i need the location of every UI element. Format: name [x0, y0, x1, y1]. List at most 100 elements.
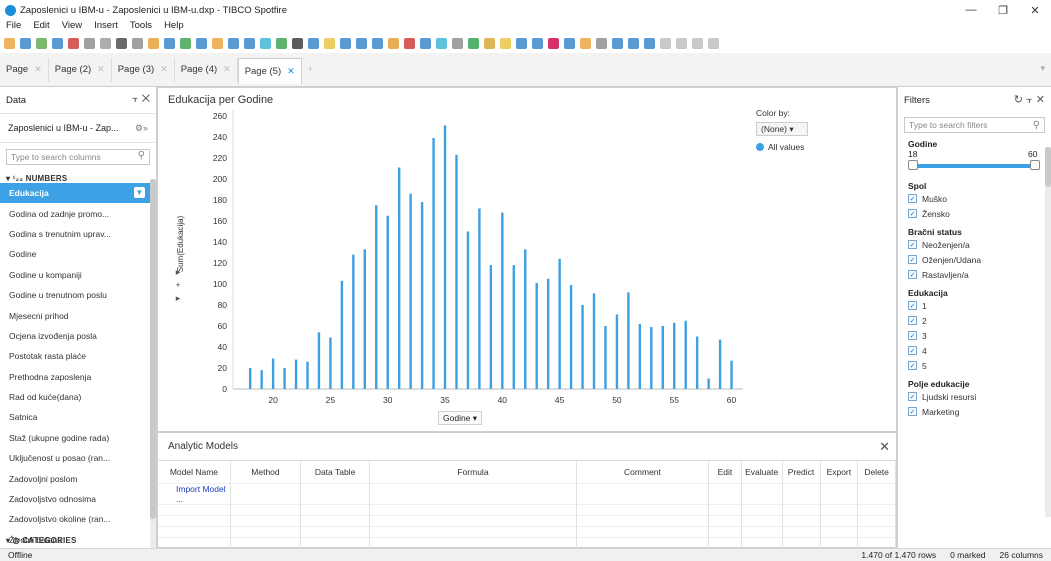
gear-icon[interactable]: ⚙»	[135, 123, 148, 134]
toolbar-button-icon[interactable]	[68, 37, 79, 49]
close-icon[interactable]: ✕	[97, 64, 105, 75]
bar[interactable]	[684, 320, 687, 389]
bar[interactable]	[512, 265, 515, 389]
toolbar-button-icon[interactable]	[628, 37, 639, 49]
checkbox[interactable]: ✓	[908, 255, 917, 264]
column-header[interactable]: Formula	[369, 461, 577, 483]
toolbar-button-icon[interactable]	[308, 37, 319, 49]
bar[interactable]	[695, 336, 699, 390]
bar[interactable]	[615, 314, 619, 389]
godine-range-slider[interactable]: 18 60	[908, 149, 1051, 175]
column-item[interactable]: Rad od kuće(dana)	[0, 387, 150, 407]
filter-option[interactable]: ✓ 2	[908, 313, 1051, 328]
checkbox[interactable]: ✓	[908, 392, 917, 401]
bar[interactable]	[375, 205, 378, 389]
menu-tools[interactable]: Tools	[124, 20, 158, 33]
close-button[interactable]: ✕	[1019, 0, 1051, 20]
checkbox[interactable]: ✓	[908, 301, 917, 310]
toolbar-button-icon[interactable]	[228, 37, 239, 49]
maximize-button[interactable]: ❐	[987, 0, 1019, 20]
column-header[interactable]: Data Table	[300, 461, 371, 483]
filter-option[interactable]: ✓ Marketing	[908, 404, 1051, 419]
checkbox[interactable]: ✓	[908, 361, 917, 370]
toolbar-button-icon[interactable]	[612, 37, 623, 49]
toolbar-button-icon[interactable]	[484, 37, 495, 49]
checkbox[interactable]: ✓	[908, 209, 917, 218]
scrollbar-thumb[interactable]	[150, 179, 156, 519]
toolbar-button-icon[interactable]	[596, 37, 607, 49]
filter-option[interactable]: ✓ Ljudski resursi	[908, 389, 1051, 404]
toolbar-button-icon[interactable]	[180, 37, 191, 49]
bar[interactable]	[248, 368, 252, 389]
toolbar-button-icon[interactable]	[388, 37, 399, 49]
bar[interactable]	[569, 285, 573, 389]
bar[interactable]	[650, 327, 653, 389]
color-by-dropdown[interactable]: (None) ▾	[756, 122, 808, 136]
legend-item[interactable]: All values	[756, 142, 808, 152]
bar[interactable]	[581, 305, 584, 389]
column-item[interactable]: Godine u kompaniji	[0, 265, 150, 285]
close-icon[interactable]: ✕	[160, 64, 168, 75]
range-min-handle[interactable]	[908, 160, 918, 170]
column-header[interactable]: Comment	[576, 461, 710, 483]
bar[interactable]	[546, 278, 550, 389]
bar[interactable]	[317, 332, 321, 389]
bar[interactable]	[409, 193, 412, 389]
toolbar-button-icon[interactable]	[132, 37, 143, 49]
bar[interactable]	[352, 254, 355, 389]
bar[interactable]	[306, 361, 309, 389]
filter-option[interactable]: ✓ Žensko	[908, 206, 1051, 221]
close-icon[interactable]: ✕	[879, 439, 890, 455]
bar[interactable]	[283, 368, 286, 389]
close-icon[interactable]: ✕	[223, 64, 231, 75]
menu-view[interactable]: View	[56, 20, 88, 33]
toolbar-button-icon[interactable]	[532, 37, 543, 49]
column-item[interactable]: Godina od zadnje promo...	[0, 203, 150, 223]
bar[interactable]	[718, 339, 722, 389]
toolbar-button-icon[interactable]	[468, 37, 479, 49]
toolbar-button-icon[interactable]	[100, 37, 111, 49]
tab-page-2[interactable]: Page (2) ✕	[49, 57, 112, 82]
column-item[interactable]: Godine	[0, 244, 150, 264]
filter-option[interactable]: ✓ Muško	[908, 191, 1051, 206]
filter-option[interactable]: ✓ 5	[908, 358, 1051, 373]
toolbar-button-icon[interactable]	[580, 37, 591, 49]
bar[interactable]	[673, 322, 676, 389]
pin-close-icons[interactable]: ⫟ ✕	[132, 93, 150, 106]
y-axis-label[interactable]: Sum(Edukacija)	[176, 214, 188, 274]
bar[interactable]	[535, 282, 538, 389]
bar[interactable]	[489, 265, 493, 389]
bar[interactable]	[730, 360, 733, 389]
bar[interactable]	[455, 154, 458, 389]
filter-option[interactable]: ✓ Rastavljen/a	[908, 267, 1051, 282]
toolbar-button-icon[interactable]	[516, 37, 527, 49]
toolbar-button-icon[interactable]	[4, 37, 15, 49]
checkbox[interactable]: ✓	[908, 194, 917, 203]
column-item[interactable]: Godina s trenutnim uprav...	[0, 224, 150, 244]
filter-option[interactable]: ✓ 3	[908, 328, 1051, 343]
toolbar-button-icon[interactable]	[692, 37, 703, 49]
column-item[interactable]: Godine u trenutnom poslu	[0, 285, 150, 305]
column-header[interactable]: Method	[230, 461, 302, 483]
bar[interactable]	[604, 326, 607, 389]
toolbar-button-icon[interactable]	[244, 37, 255, 49]
toolbar-button-icon[interactable]	[372, 37, 383, 49]
scrollbar-thumb[interactable]	[1045, 147, 1051, 187]
checkbox[interactable]: ✓	[908, 240, 917, 249]
menu-help[interactable]: Help	[158, 20, 190, 33]
bar[interactable]	[260, 370, 263, 389]
checkbox[interactable]: ✓	[908, 270, 917, 279]
toolbar-button-icon[interactable]	[564, 37, 575, 49]
toolbar-button-icon[interactable]	[212, 37, 223, 49]
bar[interactable]	[524, 249, 527, 389]
toolbar-button-icon[interactable]	[260, 37, 271, 49]
bar[interactable]	[443, 125, 447, 389]
bar[interactable]	[340, 280, 344, 389]
filter-funnel-icon[interactable]: ▼	[134, 187, 145, 198]
toolbar-button-icon[interactable]	[452, 37, 463, 49]
tab-page-5[interactable]: Page (5) ✕	[237, 57, 302, 84]
toolbar-button-icon[interactable]	[148, 37, 159, 49]
column-header[interactable]: Model Name	[158, 461, 231, 483]
column-item[interactable]: Zadovoljni poslom	[0, 468, 150, 488]
bar[interactable]	[432, 138, 435, 389]
